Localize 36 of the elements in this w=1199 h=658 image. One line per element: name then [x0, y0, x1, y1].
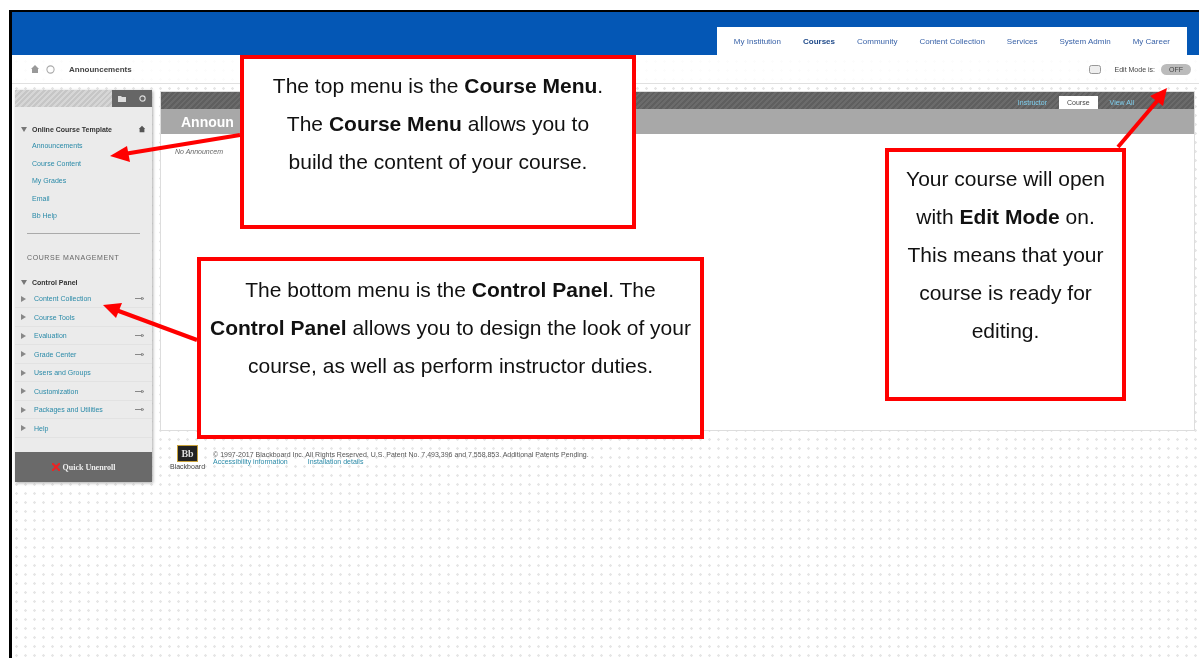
expand-arrow-icon[interactable]	[21, 279, 27, 285]
nav-tab[interactable]: My Career	[1121, 36, 1181, 46]
expand-arrow-icon[interactable]	[21, 425, 26, 432]
nav-tab[interactable]: Courses	[792, 36, 846, 46]
breadcrumb-title[interactable]: Announcements	[69, 64, 132, 74]
expand-arrow-icon[interactable]	[21, 406, 26, 413]
home-icon[interactable]	[138, 125, 146, 133]
quick-unenroll-button[interactable]: Quick Unenroll	[15, 452, 152, 482]
x-icon	[51, 463, 60, 471]
expand-arrow-icon[interactable]	[21, 126, 27, 132]
expand-arrow-icon[interactable]	[21, 295, 26, 302]
more-options-icon[interactable]	[135, 297, 144, 301]
page-title: Announ	[181, 113, 234, 130]
expand-arrow-icon[interactable]	[21, 314, 26, 321]
expand-arrow-icon[interactable]	[21, 332, 26, 339]
nav-tab[interactable]: Services	[995, 36, 1049, 46]
more-options-icon[interactable]	[135, 352, 144, 356]
more-options-icon[interactable]	[135, 389, 144, 393]
callout-box: The top menu is the Course Menu. The Course Menu allows you to build the content of your course.	[240, 55, 636, 229]
expand-arrow-icon[interactable]	[21, 351, 26, 358]
nav-tab[interactable]: My Institution	[722, 36, 792, 46]
expand-arrow-icon[interactable]	[21, 369, 26, 376]
logo-mark: Bb	[177, 445, 198, 462]
folder-icon[interactable]	[118, 95, 127, 102]
callout-box: Your course will open with Edit Mode on. This means that your course is ready for editing.	[885, 148, 1126, 401]
more-options-icon[interactable]	[135, 408, 144, 412]
refresh-icon[interactable]	[138, 95, 146, 102]
callout-box: The bottom menu is the Control Panel. The Control Panel allows you to design the look of your course, as well as perform instructor duties.	[197, 257, 704, 439]
more-options-icon[interactable]	[135, 334, 144, 338]
clock-icon[interactable]	[46, 64, 55, 74]
nav-tab[interactable]: Community	[846, 36, 909, 46]
expand-arrow-icon[interactable]	[21, 388, 26, 395]
nav-tab[interactable]: Content Collection	[908, 36, 996, 46]
nav-tab[interactable]: System Admin	[1048, 36, 1122, 46]
display-icon[interactable]	[1088, 64, 1101, 74]
home-icon[interactable]	[30, 64, 40, 74]
